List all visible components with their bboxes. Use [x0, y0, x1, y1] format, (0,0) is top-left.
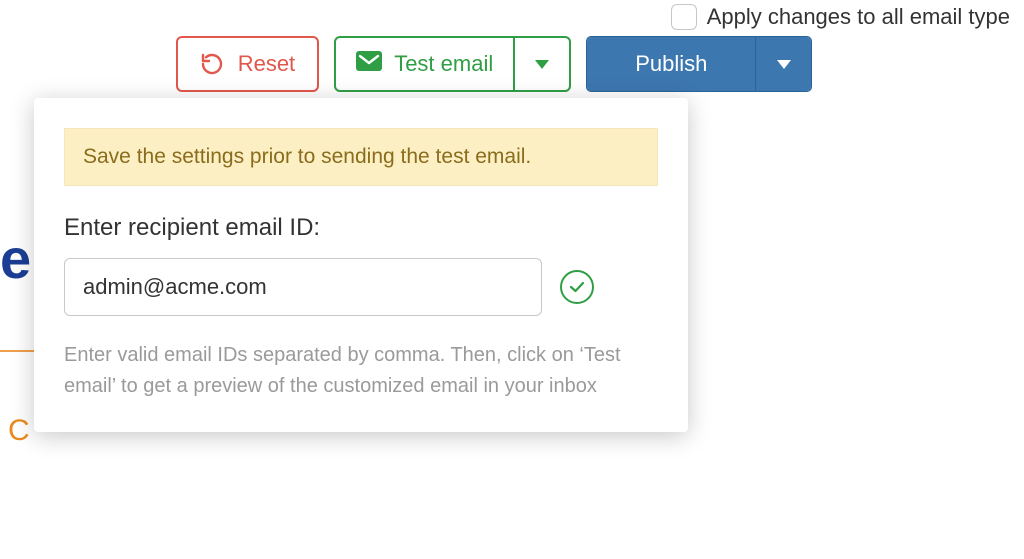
background-text-fragment: e	[0, 226, 31, 291]
recipient-email-input[interactable]	[64, 258, 542, 316]
publish-button-label: Publish	[635, 51, 707, 77]
apply-all-checkbox[interactable]	[671, 4, 697, 30]
apply-all-row: Apply changes to all email type	[671, 4, 1010, 30]
recipient-input-row	[64, 258, 658, 316]
caret-down-icon	[777, 60, 791, 69]
toolbar: Apply changes to all email type Reset	[176, 0, 1010, 92]
test-email-button[interactable]: Test email	[336, 38, 513, 90]
test-email-panel: Save the settings prior to sending the t…	[34, 98, 688, 432]
reset-button[interactable]: Reset	[176, 36, 319, 92]
mail-icon	[356, 51, 382, 77]
test-email-button-label: Test email	[394, 51, 493, 77]
recipient-prompt-label: Enter recipient email ID:	[64, 214, 658, 242]
apply-all-label: Apply changes to all email type	[707, 4, 1010, 30]
test-email-dropdown-button[interactable]	[513, 38, 569, 90]
background-underline	[0, 350, 34, 352]
publish-split-button: Publish	[586, 36, 812, 92]
caret-down-icon	[535, 60, 549, 69]
test-email-split-button: Test email	[334, 36, 571, 92]
reset-button-label: Reset	[238, 51, 295, 77]
background-text-fragment-orange: C	[8, 414, 30, 448]
valid-check-icon	[560, 270, 594, 304]
publish-button[interactable]: Publish	[587, 37, 755, 91]
reset-icon	[200, 52, 224, 76]
recipient-hint-text: Enter valid email IDs separated by comma…	[64, 340, 658, 402]
button-row: Reset Test email Publish	[176, 36, 813, 92]
warning-message: Save the settings prior to sending the t…	[64, 128, 658, 186]
publish-dropdown-button[interactable]	[755, 37, 811, 91]
